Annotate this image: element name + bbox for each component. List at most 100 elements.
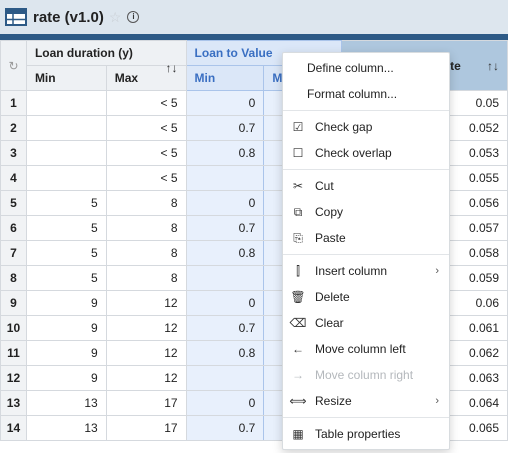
menu-copy[interactable]: ⧉ Copy <box>283 199 449 225</box>
table-icon <box>5 8 27 26</box>
duration-max-cell[interactable]: 8 <box>105 190 187 216</box>
duration-max-cell[interactable]: 12 <box>105 315 187 341</box>
duration-min-cell[interactable]: 5 <box>25 265 107 291</box>
insert-column-icon: ⫿ <box>296 263 300 278</box>
row-number-cell[interactable]: 3 <box>0 140 27 166</box>
row-number-cell[interactable]: 10 <box>0 315 27 341</box>
refresh-icon[interactable]: ↻ <box>0 40 27 91</box>
duration-max-cell[interactable]: 17 <box>105 415 187 441</box>
duration-min-cell[interactable]: 9 <box>25 365 107 391</box>
duration-max-cell[interactable]: < 5 <box>105 140 187 166</box>
ltv-min-cell[interactable]: 0.7 <box>185 415 265 441</box>
row-number-cell[interactable]: 1 <box>0 90 27 116</box>
ltv-min-cell[interactable] <box>185 265 265 291</box>
copy-icon: ⧉ <box>293 204 303 219</box>
header-ltv-min[interactable]: Min <box>185 65 265 91</box>
sort-icon[interactable]: ↑↓ <box>166 61 178 75</box>
menu-paste[interactable]: ⎘ Paste <box>283 225 449 251</box>
chevron-right-icon: › <box>435 265 439 277</box>
chevron-right-icon: › <box>435 395 439 407</box>
header-loan-duration[interactable]: Loan duration (y) <box>25 40 187 66</box>
ltv-min-cell[interactable]: 0.7 <box>185 215 265 241</box>
menu-clear[interactable]: ⌫ Clear <box>283 310 449 336</box>
menu-define-column[interactable]: Define column... <box>283 55 449 81</box>
arrow-left-icon: ← <box>292 342 304 356</box>
menu-divider <box>283 110 449 111</box>
header-duration-max[interactable]: Max ↑↓ <box>105 61 187 91</box>
ltv-min-cell[interactable]: 0.8 <box>185 340 265 366</box>
menu-check-gap[interactable]: ☑ Check gap <box>283 114 449 140</box>
row-number-cell[interactable]: 2 <box>0 115 27 141</box>
row-number-cell[interactable]: 5 <box>0 190 27 216</box>
duration-max-cell[interactable]: 12 <box>105 340 187 366</box>
sort-icon[interactable]: ↑↓ <box>487 59 499 73</box>
row-number-cell[interactable]: 11 <box>0 340 27 366</box>
page-title: rate (v1.0) <box>33 8 104 26</box>
star-icon[interactable]: ☆ <box>109 9 122 26</box>
row-number-cell[interactable]: 14 <box>0 415 27 441</box>
row-number-cell[interactable]: 8 <box>0 265 27 291</box>
ltv-min-cell[interactable]: 0 <box>185 190 265 216</box>
resize-icon: ⟺ <box>289 394 307 408</box>
menu-move-left[interactable]: ← Move column left <box>283 336 449 362</box>
menu-delete[interactable]: 🗑 Delete <box>283 284 449 310</box>
title-bar: rate (v1.0) ☆ i <box>0 0 508 34</box>
duration-min-cell[interactable]: 5 <box>25 190 107 216</box>
ltv-min-cell[interactable]: 0.8 <box>185 240 265 266</box>
checkbox-checked-icon: ☑ <box>292 120 304 134</box>
row-number-cell[interactable]: 4 <box>0 165 27 191</box>
duration-min-cell[interactable]: 9 <box>25 315 107 341</box>
duration-max-cell[interactable]: 8 <box>105 265 187 291</box>
ltv-min-cell[interactable] <box>185 165 265 191</box>
paste-icon: ⎘ <box>293 230 303 245</box>
duration-max-cell[interactable]: < 5 <box>105 115 187 141</box>
row-number-cell[interactable]: 12 <box>0 365 27 391</box>
duration-min-cell[interactable]: 13 <box>25 390 107 416</box>
duration-max-cell[interactable]: 12 <box>105 290 187 316</box>
table-icon: ▦ <box>292 427 304 441</box>
ltv-min-cell[interactable]: 0.7 <box>185 315 265 341</box>
duration-min-cell[interactable] <box>25 115 107 141</box>
ltv-min-cell[interactable]: 0 <box>185 390 265 416</box>
duration-max-cell[interactable]: 17 <box>105 390 187 416</box>
duration-min-cell[interactable]: 5 <box>25 215 107 241</box>
menu-table-properties[interactable]: ▦ Table properties <box>283 421 449 447</box>
row-number-cell[interactable]: 9 <box>0 290 27 316</box>
duration-min-cell[interactable]: 13 <box>25 415 107 441</box>
menu-format-column[interactable]: Format column... <box>283 81 449 107</box>
row-number-cell[interactable]: 13 <box>0 390 27 416</box>
eraser-icon: ⌫ <box>289 316 307 330</box>
ltv-min-cell[interactable]: 0 <box>185 90 265 116</box>
menu-divider <box>283 417 449 418</box>
duration-min-cell[interactable] <box>25 165 107 191</box>
ltv-min-cell[interactable] <box>185 365 265 391</box>
ltv-min-cell[interactable]: 0.7 <box>185 115 265 141</box>
duration-max-cell[interactable]: 8 <box>105 240 187 266</box>
ltv-min-cell[interactable]: 0 <box>185 290 265 316</box>
trash-icon: 🗑 <box>290 290 306 304</box>
duration-min-cell[interactable]: 9 <box>25 290 107 316</box>
menu-divider <box>283 169 449 170</box>
menu-check-overlap[interactable]: ☐ Check overlap <box>283 140 449 166</box>
scissors-icon: ✂ <box>292 179 304 193</box>
checkbox-empty-icon: ☐ <box>292 146 304 160</box>
ltv-min-cell[interactable]: 0.8 <box>185 140 265 166</box>
menu-insert-column[interactable]: ⫿ Insert column › <box>283 258 449 284</box>
info-icon[interactable]: i <box>127 11 140 23</box>
duration-max-cell[interactable]: 8 <box>105 215 187 241</box>
row-number-cell[interactable]: 7 <box>0 240 27 266</box>
duration-min-cell[interactable] <box>25 140 107 166</box>
duration-min-cell[interactable]: 9 <box>25 340 107 366</box>
row-number-cell[interactable]: 6 <box>0 215 27 241</box>
duration-min-cell[interactable] <box>25 90 107 116</box>
duration-max-cell[interactable]: < 5 <box>105 90 187 116</box>
duration-min-cell[interactable]: 5 <box>25 240 107 266</box>
duration-max-cell[interactable]: < 5 <box>105 165 187 191</box>
menu-resize[interactable]: ⟺ Resize › <box>283 388 449 414</box>
menu-divider <box>283 254 449 255</box>
header-duration-min[interactable]: Min <box>25 65 107 91</box>
arrow-right-icon: → <box>292 368 304 382</box>
menu-cut[interactable]: ✂ Cut <box>283 173 449 199</box>
duration-max-cell[interactable]: 12 <box>105 365 187 391</box>
menu-move-right: → Move column right <box>283 362 449 388</box>
